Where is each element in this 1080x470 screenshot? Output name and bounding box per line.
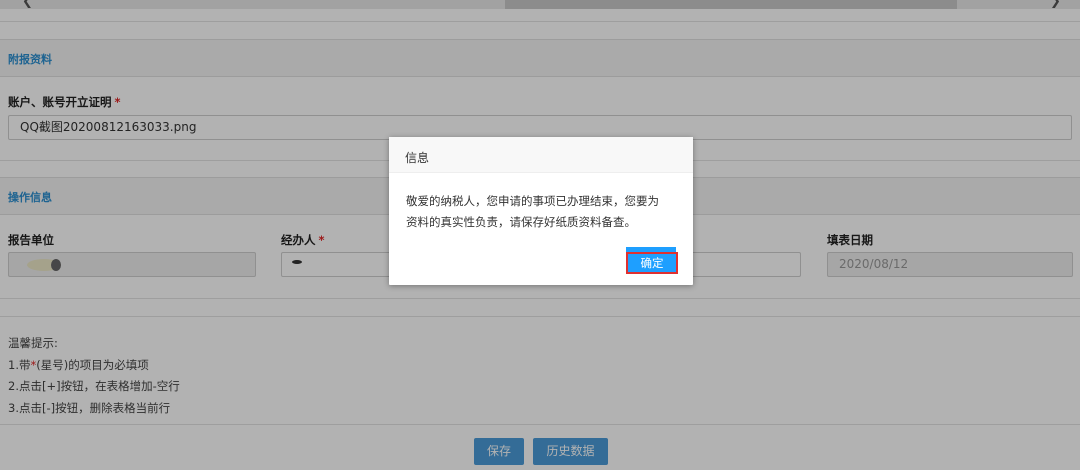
dialog-message-line-2: 资料的真实性负责，请保存好纸质资料备查。 <box>406 215 636 229</box>
confirm-button[interactable]: 确定 <box>628 254 676 272</box>
dialog-header[interactable]: 信息 <box>389 137 693 173</box>
dialog-message-line-1: 敬爱的纳税人，您申请的事项已办理结束，您要为 <box>406 194 659 208</box>
dialog-message: 敬爱的纳税人，您申请的事项已办理结束，您要为 资料的真实性负责，请保存好纸质资料… <box>406 191 684 233</box>
dialog-title: 信息 <box>405 151 430 165</box>
info-dialog: 信息 敬爱的纳税人，您申请的事项已办理结束，您要为 资料的真实性负责，请保存好纸… <box>389 137 693 285</box>
